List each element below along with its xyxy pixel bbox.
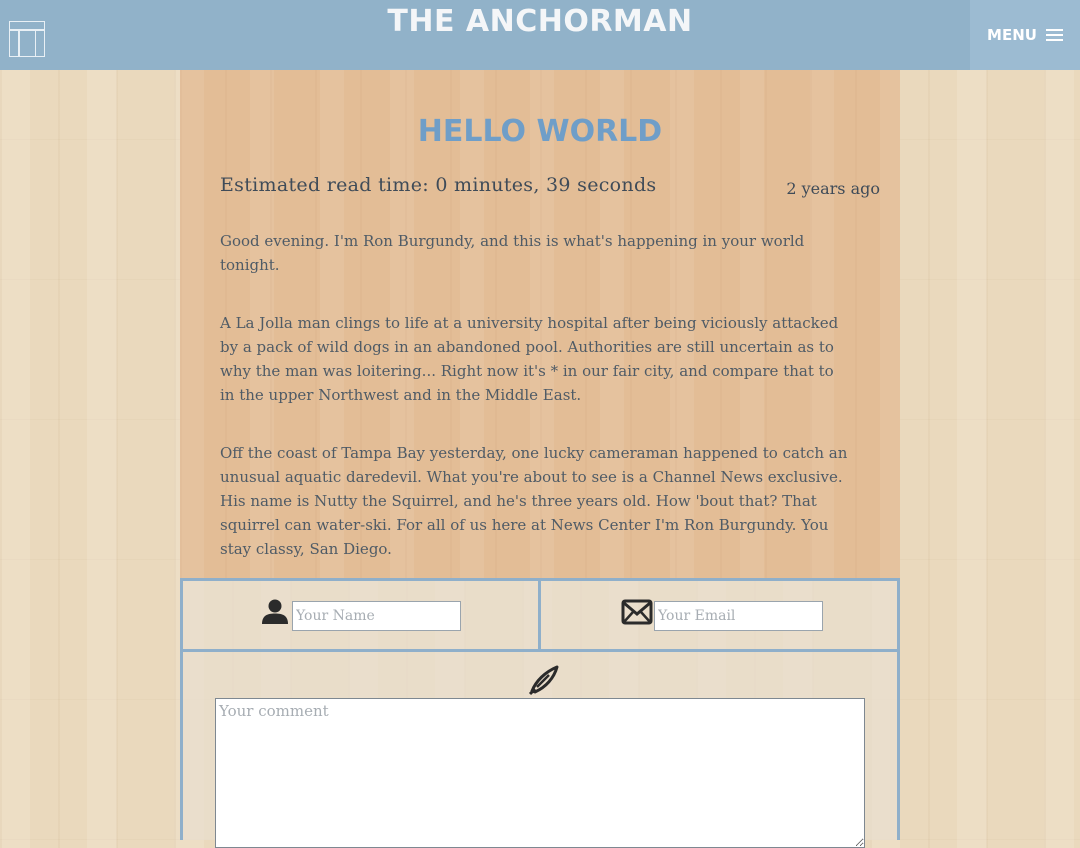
post-paragraph: A La Jolla man clings to life at a unive… [220, 314, 839, 404]
post-date: 2 years ago [786, 179, 880, 198]
post-article: HELLO WORLD Estimated read time: 0 minut… [180, 70, 900, 578]
comment-form [180, 578, 900, 848]
comment-form-top-row [183, 581, 897, 652]
name-cell [183, 581, 541, 649]
name-input[interactable] [292, 601, 461, 631]
pencil-icon [528, 665, 559, 696]
post-paragraph: Off the coast of Tampa Bay yesterday, on… [220, 444, 848, 558]
comment-textarea[interactable] [215, 698, 865, 848]
post-body: Good evening. I'm Ron Burgundy, and this… [220, 229, 850, 595]
read-time: Estimated read time: 0 minutes, 39 secon… [220, 174, 657, 196]
envelope-icon [621, 599, 653, 625]
post-paragraph: Good evening. I'm Ron Burgundy, and this… [220, 232, 805, 274]
site-title[interactable]: THE ANCHORMAN [0, 4, 1080, 39]
email-cell [541, 581, 897, 649]
menu-label: MENU [987, 26, 1037, 44]
post-title: HELLO WORLD [417, 114, 663, 149]
site-header: THE ANCHORMAN MENU [0, 0, 1080, 70]
user-icon [262, 599, 288, 624]
hamburger-icon [1045, 26, 1063, 44]
email-input[interactable] [654, 601, 823, 631]
menu-button[interactable]: MENU [970, 0, 1080, 70]
